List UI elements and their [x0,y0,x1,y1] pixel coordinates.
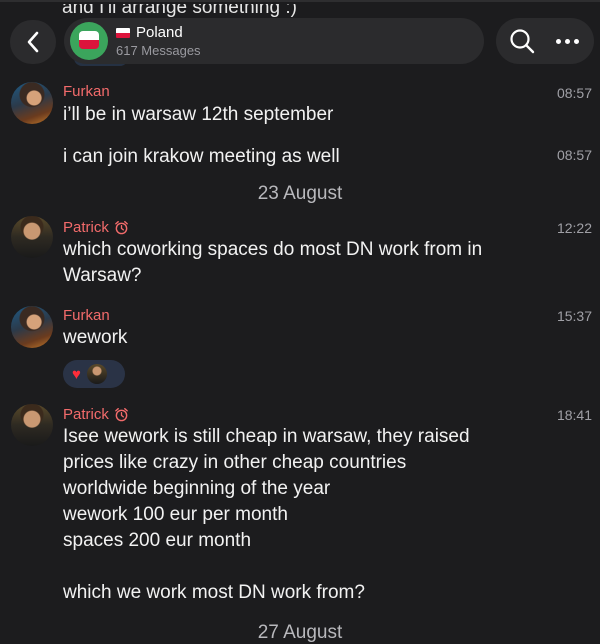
sender-name[interactable]: Furkan [63,83,110,100]
chat-header[interactable]: Poland 617 Messages [64,18,484,64]
sender-name[interactable]: Patrick [63,406,129,423]
header-actions [496,18,594,64]
sender-name[interactable]: Furkan [63,307,110,324]
avatar-furkan[interactable] [11,82,53,124]
back-button[interactable] [10,20,56,64]
reactor-avatar [86,364,107,384]
message-text: Isee wework is still cheap in warsaw, th… [63,426,470,603]
message-text: i’ll be in warsaw 12th september [63,104,334,125]
top-divider [0,0,600,2]
date-separator: 23 August [257,183,343,204]
alarm-clock-icon [115,220,128,235]
message-text: i can join krakow meeting as well [63,146,340,167]
heart-icon: ♥ [72,365,81,383]
poland-flag-icon [116,27,130,38]
avatar-patrick[interactable] [11,404,53,446]
message-count: 617 Messages [116,43,201,58]
group-title: Poland [136,24,183,41]
message-time: 12:22 [556,220,592,236]
group-avatar[interactable] [70,22,108,60]
chevron-left-icon [27,31,39,53]
search-button[interactable] [508,27,536,55]
poland-flag-icon [79,31,99,49]
reaction-bar[interactable]: ♥ [63,360,125,388]
more-dots-icon [555,38,561,44]
search-icon [510,29,535,54]
avatar-furkan[interactable] [11,306,53,348]
message-text: wework [63,327,128,348]
message-time: 08:57 [556,85,592,101]
sender-name[interactable]: Patrick [63,219,129,236]
message-time: 08:57 [556,147,592,163]
more-options-button[interactable] [552,27,582,55]
alarm-clock-icon [115,407,128,422]
avatar-patrick[interactable] [11,216,53,258]
message-time: 18:41 [556,407,592,423]
date-separator: 27 August [257,622,343,643]
message-text: which coworking spaces do most DN work f… [63,239,483,286]
message-time: 15:37 [556,308,592,324]
